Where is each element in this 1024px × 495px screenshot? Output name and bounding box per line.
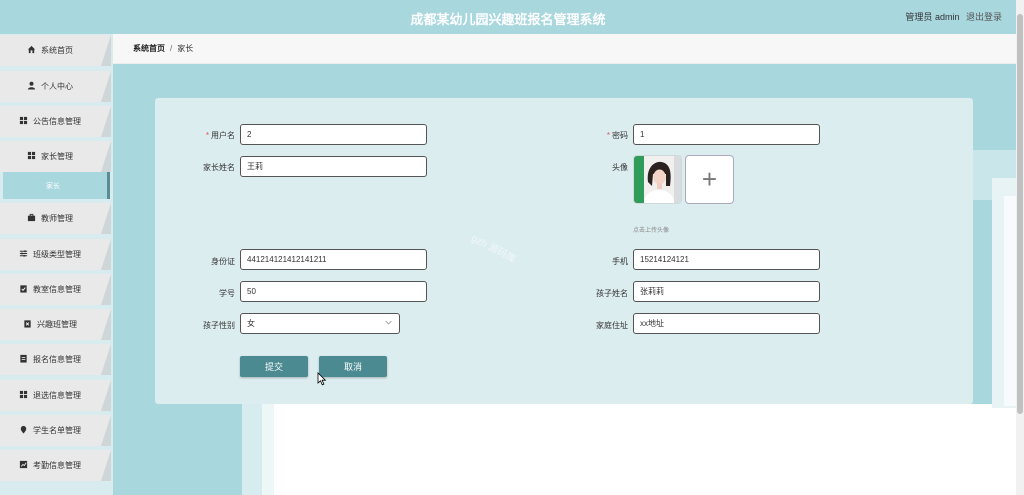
item-shade (101, 106, 111, 137)
sidebar-item-label: 公告信息管理 (33, 117, 81, 126)
pin-icon (19, 425, 28, 436)
page-scrollbar[interactable] (1016, 0, 1024, 495)
item-shade (101, 274, 111, 305)
sidebar-item-label: 退选信息管理 (33, 391, 81, 400)
sidebar-item-interest-class[interactable]: 兴趣班管理 (0, 309, 111, 340)
id-card-label: 身份证 (211, 257, 235, 266)
scrollbar-thumb[interactable] (1017, 14, 1023, 414)
avatar-image[interactable] (633, 155, 682, 204)
item-shade (101, 380, 111, 411)
phone-input[interactable]: 15214124121 (633, 249, 820, 270)
sidebar-item-label: 系统首页 (41, 46, 73, 55)
mouse-cursor-icon (317, 372, 327, 386)
sidebar-item-label: 兴趣班管理 (37, 320, 77, 329)
app-title: 成都某幼儿园兴趣班报名管理系统 (410, 12, 606, 27)
document-icon (19, 354, 28, 365)
sidebar-item-label: 考勤信息管理 (33, 461, 81, 470)
logout-link[interactable]: 退出登录 (966, 12, 1002, 22)
sidebar-subitem-parent-active[interactable]: 家长 (3, 172, 110, 199)
breadcrumb-home[interactable]: 系统首页 (133, 43, 165, 54)
username-input[interactable]: 2 (240, 124, 427, 145)
sidebar-item-classroom[interactable]: 教室信息管理 (0, 274, 111, 305)
user-icon (27, 81, 36, 92)
child-name-input[interactable]: 张莉莉 (633, 281, 820, 302)
sidebar: 系统首页 个人中心 公告信息管理 家长管理 家长 教师管理 班级类型管理 教室信… (0, 34, 113, 495)
upload-avatar-button[interactable]: + (685, 155, 734, 204)
address-input[interactable]: xx地址 (633, 313, 820, 334)
password-label: * 密码 (548, 130, 628, 141)
parent-name-input[interactable]: 王莉 (240, 156, 427, 177)
bg-decoration (274, 404, 1016, 495)
breadcrumb: 系统首页 / 家长 (113, 34, 1016, 64)
child-name-label: 孩子姓名 (596, 289, 628, 298)
chevron-down-icon (385, 319, 392, 328)
required-mark: * (606, 131, 610, 140)
breadcrumb-current: 家长 (177, 44, 194, 53)
label-text: 密码 (612, 131, 628, 140)
item-shade (101, 344, 111, 375)
briefcase-icon (27, 213, 36, 224)
item-shade (101, 35, 111, 66)
breadcrumb-separator: / (170, 44, 173, 53)
sidebar-item-label: 班级类型管理 (33, 250, 81, 259)
sliders-icon (19, 249, 28, 260)
sidebar-item-attendance[interactable]: 考勤信息管理 (0, 450, 111, 481)
avatar-photo (634, 156, 681, 203)
student-no-input[interactable]: 50 (240, 281, 427, 302)
sidebar-item-label: 家长管理 (41, 152, 73, 161)
address-label: 家庭住址 (596, 321, 628, 330)
sidebar-item-label: 教室信息管理 (33, 285, 81, 294)
sidebar-item-class-type[interactable]: 班级类型管理 (0, 239, 111, 270)
item-shade (101, 71, 111, 102)
username-label: * 用户名 (155, 130, 235, 141)
bg-decoration (1004, 196, 1016, 406)
submit-button[interactable]: 提交 (240, 356, 308, 377)
sidebar-item-home[interactable]: 系统首页 (0, 35, 111, 66)
upload-hint: 点击上传头像 (633, 228, 670, 234)
user-area: 管理员 admin 退出登录 (905, 10, 1002, 23)
sidebar-item-label: 学生名单管理 (33, 426, 81, 435)
grid-icon (19, 116, 28, 127)
user-name: admin (934, 12, 960, 22)
clipboard-check-icon (19, 284, 28, 295)
cancel-button[interactable]: 取消 (319, 356, 387, 377)
sidebar-item-label: 个人中心 (41, 82, 73, 91)
header-bar: 成都某幼儿园兴趣班报名管理系统 管理员 admin 退出登录 (0, 0, 1016, 34)
child-gender-value: 女 (247, 319, 255, 328)
sidebar-item-label: 教师管理 (41, 214, 73, 223)
item-shade (101, 141, 111, 172)
sidebar-item-teacher[interactable]: 教师管理 (0, 203, 111, 234)
sidebar-item-withdraw[interactable]: 退选信息管理 (0, 380, 111, 411)
item-shade (101, 450, 111, 481)
item-shade (101, 415, 111, 446)
sidebar-item-notice[interactable]: 公告信息管理 (0, 106, 111, 137)
sidebar-item-personal-center[interactable]: 个人中心 (0, 71, 111, 102)
chart-icon (19, 460, 28, 471)
sidebar-item-registration[interactable]: 报名信息管理 (0, 344, 111, 375)
avatar-label: 头像 (612, 163, 628, 172)
user-role: 管理员 (905, 12, 933, 22)
sidebar-item-student-list[interactable]: 学生名单管理 (0, 415, 111, 446)
phone-label: 手机 (612, 257, 628, 266)
home-icon (27, 45, 36, 56)
child-gender-label: 孩子性别 (203, 321, 235, 330)
item-shade (101, 203, 111, 234)
item-shade (101, 309, 111, 340)
password-input[interactable]: 1 (633, 124, 820, 145)
required-mark: * (205, 131, 209, 140)
sidebar-subitem-label: 家长 (46, 183, 60, 190)
label-text: 用户名 (211, 131, 235, 140)
grid-icon (27, 151, 36, 162)
bg-decoration (262, 400, 274, 495)
id-card-input[interactable]: 441214121412141211 (240, 249, 427, 270)
child-gender-select[interactable]: 女 (240, 313, 400, 334)
grid-icon (19, 390, 28, 401)
student-no-label: 学号 (219, 289, 235, 298)
parent-name-label: 家长姓名 (203, 163, 235, 172)
clipboard-x-icon (23, 319, 32, 330)
item-shade (101, 239, 111, 270)
sidebar-item-parent[interactable]: 家长管理 (0, 141, 111, 172)
sidebar-item-label: 报名信息管理 (33, 355, 81, 364)
